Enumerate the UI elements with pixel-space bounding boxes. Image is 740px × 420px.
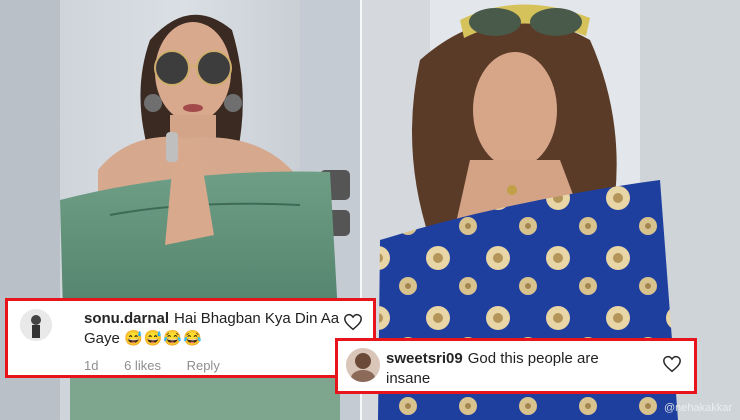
user-avatar-icon	[20, 309, 52, 341]
like-heart-icon[interactable]	[662, 355, 682, 373]
comment-highlight-sweetsri: sweetsri09 God this people are insane	[335, 338, 697, 394]
comment-username[interactable]: sweetsri09	[386, 350, 463, 367]
like-heart-icon[interactable]	[343, 313, 363, 331]
comment-likes[interactable]: 6 likes	[124, 358, 161, 373]
avatar[interactable]	[346, 348, 380, 382]
comment-meta: 1d 6 likes Reply	[84, 358, 242, 373]
comment-username[interactable]: sonu.darnal	[84, 310, 169, 327]
watermark: @nehakakkar	[663, 402, 732, 414]
reply-link[interactable]: Reply	[187, 358, 220, 373]
comment-text: sonu.darnal Hai Bhagban Kya Din Aa Gaye 😅…	[84, 309, 346, 349]
user-avatar-icon	[346, 348, 380, 382]
avatar[interactable]	[20, 309, 52, 341]
comment-emoji: 😅😅😂😂	[124, 330, 203, 347]
comment-highlight-sonu: sonu.darnal Hai Bhagban Kya Din Aa Gaye 😅…	[5, 298, 376, 378]
comment-time: 1d	[84, 358, 99, 373]
comment-text: sweetsri09 God this people are insane	[386, 349, 646, 389]
